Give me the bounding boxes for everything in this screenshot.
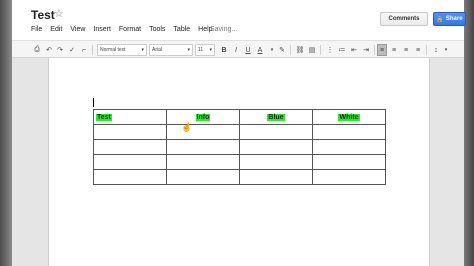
chevron-down-icon: ▾ (141, 47, 144, 53)
table-cell[interactable] (93, 154, 167, 170)
menu-insert[interactable]: Insert (93, 26, 111, 33)
table-cell[interactable] (239, 139, 313, 155)
text-cursor (93, 98, 94, 107)
italic-button[interactable]: I (231, 44, 241, 56)
table-cell[interactable] (239, 124, 313, 140)
menu-view[interactable]: View (70, 26, 85, 33)
toolbar: ⎙ ↶ ↷ ✓ ⌐ Normal text ▾ Arial ▾ 11 ▾ B I… (12, 40, 464, 58)
table-cell[interactable] (239, 169, 313, 185)
header-cell-info: Info (195, 113, 211, 121)
bold-button[interactable]: B (219, 44, 229, 56)
paint-format-icon[interactable]: ⌐ (79, 44, 89, 56)
toolbar-divider (92, 45, 93, 55)
numbered-list-icon[interactable]: ⋮ (325, 44, 335, 56)
table-cell[interactable] (93, 139, 167, 155)
toolbar-divider (290, 45, 291, 55)
align-right-icon[interactable]: ≡ (401, 44, 411, 56)
document-title[interactable]: Test (31, 8, 55, 22)
highlight-color-icon[interactable]: ✎ (277, 44, 287, 56)
header-cell-blue: Blue (267, 113, 285, 121)
table-row (93, 124, 386, 140)
share-button[interactable]: 🔒 Share (433, 12, 466, 26)
header-cell-test: Test (96, 113, 112, 121)
app-header: Test ☆ File Edit View Insert Format Tool… (12, 0, 466, 40)
save-status: Saving... (210, 26, 238, 33)
table-row: Test Info Blue White (93, 109, 386, 125)
table-cell[interactable] (312, 154, 386, 170)
print-icon[interactable]: ⎙ (32, 44, 42, 56)
table-cell[interactable] (312, 139, 386, 155)
table-cell[interactable] (166, 139, 240, 155)
toolbar-divider (426, 45, 427, 55)
redo-icon[interactable]: ↷ (55, 44, 65, 56)
table-cell[interactable] (93, 124, 167, 140)
table-cell[interactable]: Blue (239, 109, 313, 125)
comments-button[interactable]: Comments (380, 12, 428, 26)
font-select[interactable]: Arial ▾ (149, 44, 193, 56)
menu-file[interactable]: File (31, 26, 42, 33)
table-cell[interactable] (166, 154, 240, 170)
table-cell[interactable] (166, 124, 240, 140)
menu-format[interactable]: Format (119, 26, 141, 33)
right-backdrop (464, 0, 474, 266)
line-spacing-icon[interactable]: ↕ (431, 44, 441, 56)
document-table[interactable]: Test Info Blue White (93, 109, 386, 185)
font-size-select[interactable]: 11 ▾ (195, 44, 215, 56)
decrease-indent-icon[interactable]: ⇤ (349, 44, 359, 56)
table-row (93, 139, 386, 155)
mouse-pointer-icon: ☝ (181, 122, 193, 132)
table-cell[interactable] (312, 169, 386, 185)
align-left-icon[interactable]: ≡ (377, 44, 387, 56)
align-justify-icon[interactable]: ≡ (413, 44, 423, 56)
underline-button[interactable]: U (243, 44, 253, 56)
menu-table[interactable]: Table (173, 26, 190, 33)
menu-bar: File Edit View Insert Format Tools Table… (31, 26, 221, 33)
style-select[interactable]: Normal text ▾ (97, 44, 147, 56)
style-value: Normal text (100, 47, 126, 53)
align-center-icon[interactable]: ≡ (389, 44, 399, 56)
star-icon[interactable]: ☆ (54, 7, 64, 20)
table-cell[interactable] (239, 154, 313, 170)
table-cell[interactable] (93, 169, 167, 185)
table-cell[interactable] (166, 169, 240, 185)
share-label: Share (445, 16, 463, 22)
text-color-chevron-icon[interactable]: ▾ (267, 44, 277, 56)
menu-edit[interactable]: Edit (50, 26, 62, 33)
toolbar-divider (374, 45, 375, 55)
table-cell[interactable]: Info (166, 109, 240, 125)
menu-tools[interactable]: Tools (149, 26, 165, 33)
table-cell[interactable] (312, 124, 386, 140)
comment-icon[interactable]: ▤ (307, 44, 317, 56)
header-cell-white: White (338, 113, 360, 121)
text-color-button[interactable]: A (255, 44, 265, 56)
toolbar-divider (320, 45, 321, 55)
spellcheck-icon[interactable]: ✓ (67, 44, 77, 56)
font-size-value: 11 (198, 47, 204, 53)
line-spacing-chevron-icon[interactable]: ▾ (441, 44, 451, 56)
table-cell[interactable]: White (312, 109, 386, 125)
increase-indent-icon[interactable]: ⇥ (361, 44, 371, 56)
table-row (93, 154, 386, 170)
table-row (93, 169, 386, 185)
bulleted-list-icon[interactable]: ≔ (337, 44, 347, 56)
chevron-down-icon: ▾ (187, 47, 190, 53)
table-cell[interactable]: Test (93, 109, 167, 125)
chevron-down-icon: ▾ (209, 47, 212, 53)
link-icon[interactable]: ⛓ (295, 44, 305, 56)
undo-icon[interactable]: ↶ (44, 44, 54, 56)
lock-icon: 🔒 (436, 16, 444, 23)
font-value: Arial (152, 47, 163, 53)
left-backdrop (0, 0, 12, 266)
